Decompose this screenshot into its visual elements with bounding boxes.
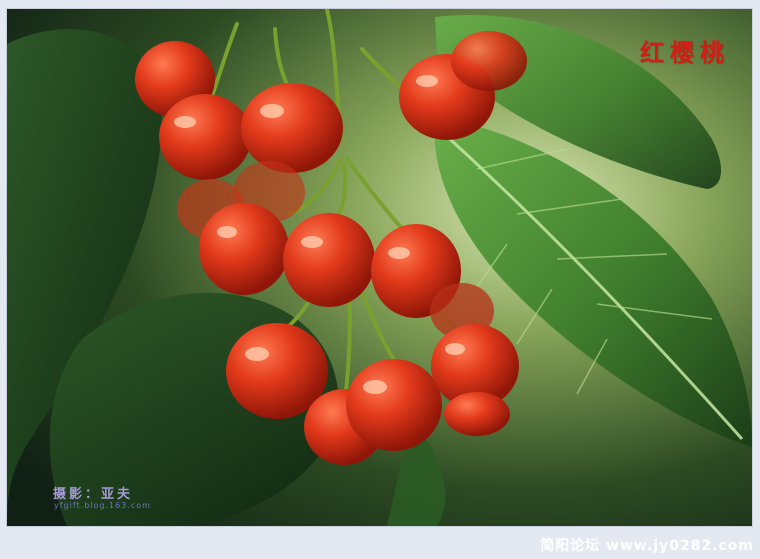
cherry-photo: 红樱桃 摄影：亚夫 yfgift.blog.163.com [7,9,752,526]
photographer-credit: 摄影：亚夫 [53,487,134,502]
cherry-illustration [7,9,752,526]
photographer-blog-url: yfgift.blog.163.com [54,501,151,510]
forum-watermark: 简阳论坛 www.jy0282.com [540,538,754,554]
photo-title: 红樱桃 [640,38,730,67]
